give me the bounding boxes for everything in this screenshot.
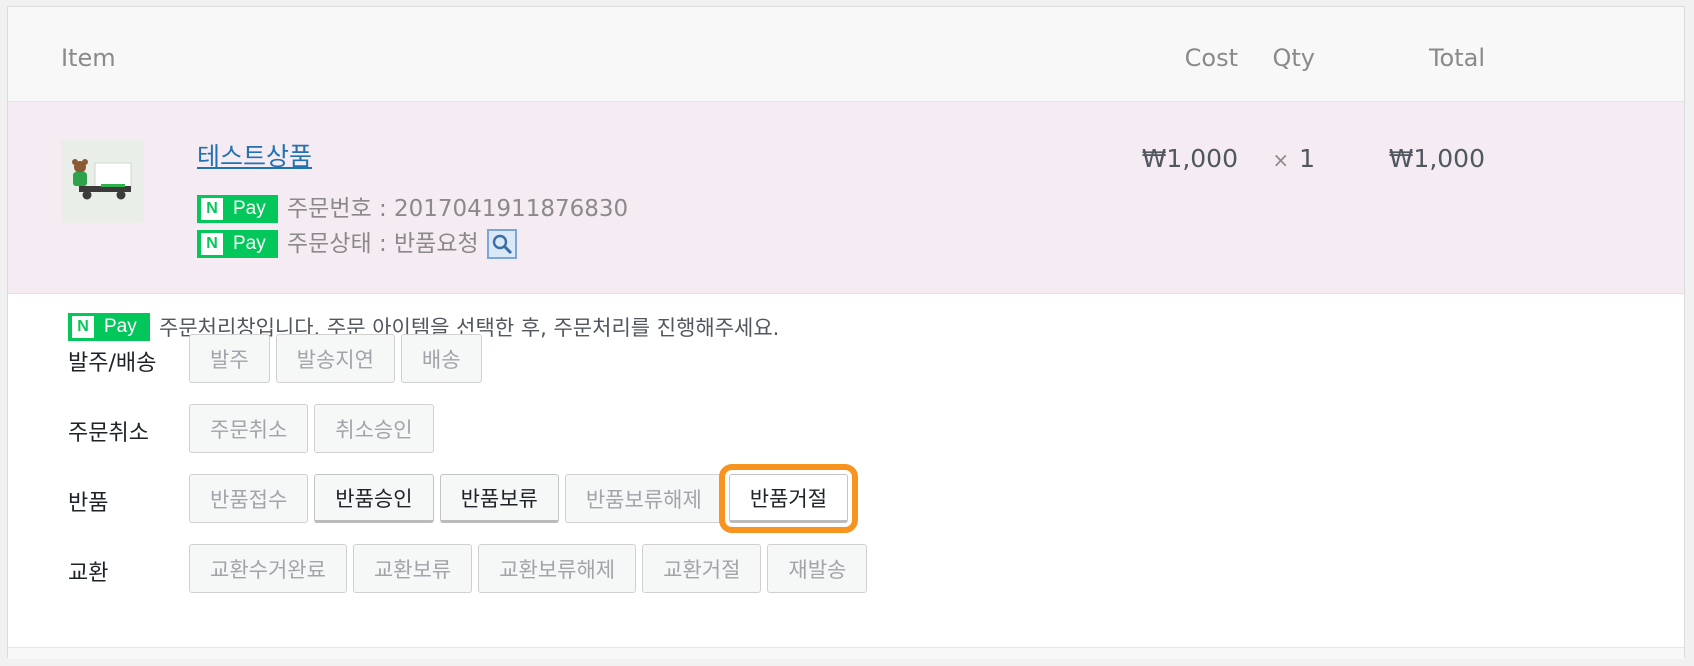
release-exchange-hold-button[interactable]: 교환보류해제 [478,544,637,593]
table-header: Item Cost Qty Total [8,7,1684,102]
item-cost: ₩1,000 [1141,144,1238,173]
place-order-button[interactable]: 발주 [189,334,270,383]
order-status: 주문상태 : 반품요청 [287,231,479,257]
product-thumbnail[interactable] [61,140,144,223]
order-number: 주문번호 : 2017041911876830 [287,196,629,222]
npay-label: Pay [233,198,266,219]
order-status-line: N Pay 주문상태 : 반품요청 [197,229,517,259]
delivery-truck-icon [72,159,132,200]
group-label-cancel: 주문취소 [68,421,149,446]
order-number-line: N Pay 주문번호 : 2017041911876830 [197,194,628,224]
search-icon[interactable] [486,229,517,259]
shipping-button-row: 발주 발송지연 배송 [189,334,482,383]
receive-return-button[interactable]: 반품접수 [189,474,309,523]
npay-badge: N Pay [197,195,278,223]
npay-n-icon: N [201,233,223,255]
item-total: ₩1,000 [1388,144,1485,173]
group-label-exchange: 교환 [68,561,109,586]
npay-badge: N Pay [197,230,278,258]
header-qty[interactable]: Qty [1272,43,1315,73]
order-items-panel: Item Cost Qty Total 테스트상품 N Pay 주문번호: 2… [7,6,1685,659]
group-label-order-shipping: 발주/배송 [68,351,157,376]
table-footer [8,647,1684,659]
shipping-delay-button[interactable]: 발송지연 [275,334,395,383]
exchange-button-row: 교환수거완료 교환보류 교환보류해제 교환거절 재발송 [189,544,868,593]
cancel-button-row: 주문취소 취소승인 [189,404,434,453]
group-label-return: 반품 [68,491,109,516]
return-button-row: 반품접수 반품승인 반품보류 반품보류해제 반품거절 [189,464,859,533]
hold-exchange-button[interactable]: 교환보류 [352,544,473,593]
ship-button[interactable]: 배송 [400,334,482,383]
reject-exchange-button[interactable]: 교환거절 [642,544,762,593]
npay-n-icon: N [201,198,223,220]
reject-return-button[interactable]: 반품거절 [718,464,859,533]
product-name-link[interactable]: 테스트상품 [197,140,312,174]
header-total[interactable]: Total [1429,43,1485,73]
approve-return-button[interactable]: 반품승인 [314,474,434,523]
item-qty-value: 1 [1299,144,1315,173]
cancel-order-button[interactable]: 주문취소 [189,404,309,453]
header-cost[interactable]: Cost [1185,43,1238,73]
npay-n-icon: N [72,316,94,338]
header-item[interactable]: Item [61,43,116,73]
npay-label: Pay [233,233,266,254]
release-return-hold-button[interactable]: 반품보류해제 [564,474,723,523]
npay-label: Pay [104,316,137,337]
approve-cancel-button[interactable]: 취소승인 [314,404,434,453]
npay-badge: N Pay [68,313,150,341]
reship-button[interactable]: 재발송 [767,544,868,593]
multiply-symbol: × [1272,148,1290,172]
exchange-collected-button[interactable]: 교환수거완료 [189,544,347,593]
hold-return-button[interactable]: 반품보류 [439,474,559,523]
table-row[interactable]: 테스트상품 N Pay 주문번호 : 2017041911876830 N Pa… [8,102,1684,294]
item-qty: × 1 [1272,142,1315,177]
